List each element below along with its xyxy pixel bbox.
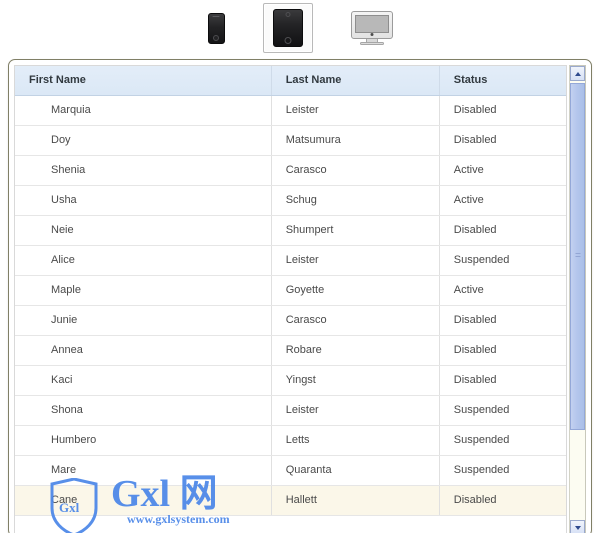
table-row[interactable]: Alice Leister Suspended [15, 245, 566, 276]
cell-first-name: Doy [15, 125, 272, 156]
cell-last-name: Leister [271, 245, 440, 276]
chevron-down-icon [574, 525, 581, 530]
tablet-icon [272, 9, 303, 47]
cell-status: Active [439, 275, 566, 306]
scrollbar-up-button[interactable] [570, 66, 585, 81]
table-body: Marquia Leister Disabled Doy Matsumura Disabl… [15, 95, 566, 516]
cell-last-name: Matsumura [271, 125, 440, 156]
device-switcher [0, 0, 600, 56]
cell-first-name: Junie [15, 305, 272, 336]
users-table: First Name Last Name Status Marquia Leist… [15, 66, 566, 516]
cell-last-name: Letts [271, 425, 440, 456]
column-header-first-name[interactable]: First Name [15, 66, 272, 96]
device-option-desktop[interactable] [347, 7, 397, 49]
cell-status: Suspended [439, 245, 566, 276]
cell-status: Suspended [439, 455, 566, 486]
cell-last-name: Quaranta [271, 455, 440, 486]
table-viewport[interactable]: First Name Last Name Status Marquia Leist… [14, 65, 567, 533]
data-grid-inner: First Name Last Name Status Marquia Leist… [14, 65, 586, 533]
cell-first-name: Marquia [15, 95, 272, 126]
table-header-row: First Name Last Name Status [15, 66, 566, 96]
cell-first-name: Shona [15, 395, 272, 426]
table-row[interactable]: Shona Leister Suspended [15, 395, 566, 426]
cell-status: Disabled [439, 365, 566, 396]
cell-last-name: Yingst [271, 365, 440, 396]
cell-first-name: Cane [15, 485, 272, 516]
table-row[interactable]: Kaci Yingst Disabled [15, 365, 566, 396]
cell-status: Disabled [439, 485, 566, 516]
cell-status: Disabled [439, 335, 566, 366]
cell-status: Disabled [439, 305, 566, 336]
cell-last-name: Robare [271, 335, 440, 366]
table-row[interactable]: Maple Goyette Active [15, 275, 566, 306]
phone-icon [207, 12, 225, 44]
desktop-stand-base [359, 42, 384, 45]
table-row[interactable]: Mare Quaranta Suspended [15, 455, 566, 486]
cell-status: Suspended [439, 395, 566, 426]
cell-status: Disabled [439, 215, 566, 246]
scrollbar-grip-icon [575, 253, 580, 260]
cell-last-name: Shumpert [271, 215, 440, 246]
cell-first-name: Annea [15, 335, 272, 366]
table-row[interactable]: Shenia Carasco Active [15, 155, 566, 186]
desktop-icon [350, 11, 393, 45]
cell-status: Suspended [439, 425, 566, 456]
cell-first-name: Neie [15, 215, 272, 246]
scrollbar-thumb[interactable] [570, 83, 585, 430]
app-root: First Name Last Name Status Marquia Leist… [0, 0, 600, 533]
cell-last-name: Schug [271, 185, 440, 216]
scrollbar-down-button[interactable] [570, 520, 585, 533]
cell-last-name: Leister [271, 95, 440, 126]
table-row[interactable]: Annea Robare Disabled [15, 335, 566, 366]
table-row[interactable]: Cane Hallett Disabled [15, 485, 566, 516]
table-row[interactable]: Marquia Leister Disabled [15, 95, 566, 126]
cell-last-name: Carasco [271, 155, 440, 186]
desktop-screen-inner [354, 15, 389, 33]
cell-last-name: Carasco [271, 305, 440, 336]
column-header-last-name[interactable]: Last Name [271, 66, 440, 96]
cell-status: Disabled [439, 95, 566, 126]
table-row[interactable]: Neie Shumpert Disabled [15, 215, 566, 246]
table-header: First Name Last Name Status [15, 66, 566, 96]
cell-first-name: Usha [15, 185, 272, 216]
cell-first-name: Humbero [15, 425, 272, 456]
desktop-logo-dot [370, 33, 373, 36]
cell-last-name: Goyette [271, 275, 440, 306]
data-grid-panel: First Name Last Name Status Marquia Leist… [8, 59, 592, 533]
device-option-phone[interactable] [204, 9, 229, 48]
cell-last-name: Hallett [271, 485, 440, 516]
cell-status: Active [439, 155, 566, 186]
column-header-status[interactable]: Status [439, 66, 566, 96]
cell-last-name: Leister [271, 395, 440, 426]
cell-first-name: Kaci [15, 365, 272, 396]
cell-first-name: Maple [15, 275, 272, 306]
table-row[interactable]: Junie Carasco Disabled [15, 305, 566, 336]
table-row[interactable]: Doy Matsumura Disabled [15, 125, 566, 156]
cell-status: Active [439, 185, 566, 216]
table-row[interactable]: Usha Schug Active [15, 185, 566, 216]
table-row[interactable]: Humbero Letts Suspended [15, 425, 566, 456]
vertical-scrollbar[interactable] [569, 65, 586, 533]
cell-first-name: Shenia [15, 155, 272, 186]
cell-status: Disabled [439, 125, 566, 156]
device-option-tablet[interactable] [262, 3, 313, 53]
cell-first-name: Mare [15, 455, 272, 486]
scrollbar-track[interactable] [570, 81, 585, 520]
cell-first-name: Alice [15, 245, 272, 276]
chevron-up-icon [574, 71, 581, 76]
